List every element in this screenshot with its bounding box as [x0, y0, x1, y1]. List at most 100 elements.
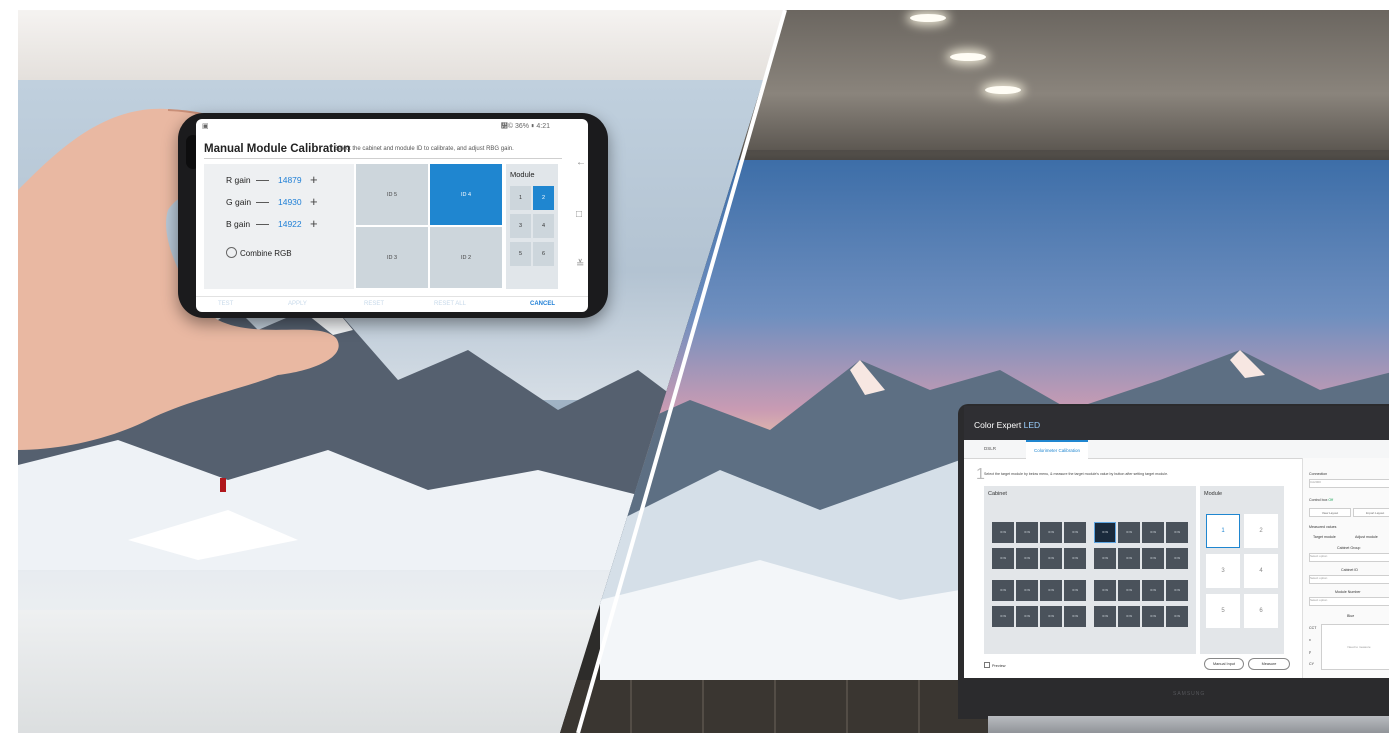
cabinet-tile[interactable]: ID 99 [992, 548, 1014, 569]
module-2[interactable]: 2 [1244, 514, 1278, 548]
cabinet-tile[interactable]: ID 99 [1094, 522, 1116, 543]
checkbox-icon[interactable] [984, 662, 990, 668]
r-gain-minus-button[interactable]: — [256, 172, 269, 187]
reset-button[interactable]: RESET [364, 301, 384, 307]
cabinet-tile[interactable]: ID 99 [1094, 548, 1116, 569]
tab-dslr[interactable]: DSLR [984, 446, 996, 451]
cabinet-tile[interactable]: ID 99 [1094, 580, 1116, 601]
cabinet-tile[interactable]: ID 99 [1016, 522, 1038, 543]
module-1[interactable]: 1 [1206, 514, 1240, 548]
module-5[interactable]: 5 [510, 242, 531, 266]
b-gain-value[interactable]: 14922 [278, 219, 302, 229]
target-module-option[interactable]: Target module [1313, 535, 1336, 539]
g-gain-plus-button[interactable]: + [310, 194, 318, 209]
cabinet-tile[interactable]: ID 99 [1064, 606, 1086, 627]
apply-button[interactable]: APPLY [288, 301, 307, 307]
module-number-select[interactable]: Select option [1309, 597, 1389, 606]
connection-label: Connection [1309, 472, 1328, 476]
cabinet-tile[interactable]: ID 99 [992, 522, 1014, 543]
cabinet-group-select[interactable]: Select option [1309, 553, 1389, 562]
cabinet-tile[interactable]: ID 99 [1064, 522, 1086, 543]
cabinet-tile[interactable]: ID 99 [1016, 548, 1038, 569]
module-4[interactable]: 4 [1244, 554, 1278, 588]
tab-bar: DSLR Colorimeter Calibration [964, 440, 1389, 459]
g-gain-minus-button[interactable]: — [256, 194, 269, 209]
cabinet-tile[interactable]: ID 99 [1118, 606, 1140, 627]
cabinet-tile[interactable]: ID 99 [1040, 548, 1062, 569]
cabinet-tile[interactable]: ID 99 [1166, 548, 1188, 569]
cabinet-tile[interactable]: ID 99 [1040, 522, 1062, 543]
status-indicators: ᛽© 36% ▮ 4:21 [500, 123, 550, 130]
tab-colorimeter-calibration[interactable]: Colorimeter Calibration [1026, 440, 1089, 459]
measure-button[interactable]: Measure [1248, 658, 1290, 670]
cabinet-tile[interactable]: ID 99 [1064, 580, 1086, 601]
module-panel: Module 1 2 3 4 5 6 [506, 164, 558, 289]
combine-rgb-radio[interactable] [226, 247, 237, 258]
cabinet-tile[interactable]: ID 99 [992, 580, 1014, 601]
home-icon[interactable]: □ [576, 209, 582, 220]
test-button[interactable]: TEST [218, 301, 233, 307]
cabinet-id-5[interactable]: ID 5 [356, 164, 428, 225]
cabinet-tile[interactable]: ID 99 [1166, 522, 1188, 543]
luminance-label: CY [1309, 662, 1314, 666]
cabinet-tile[interactable]: ID 99 [1040, 580, 1062, 601]
cabinet-id-3[interactable]: ID 3 [356, 227, 428, 288]
module-number-label: Module Number [1335, 590, 1361, 594]
cancel-button[interactable]: CANCEL [530, 301, 555, 307]
cabinet-id-select[interactable]: Select option [1309, 575, 1389, 584]
laptop-screen: Color Expert LED DSLR Colorimeter Calibr… [964, 406, 1389, 678]
preview-checkbox[interactable]: Preview [984, 662, 1006, 668]
module-3[interactable]: 3 [510, 214, 531, 238]
y-label: y [1309, 650, 1311, 654]
measured-values-label: Measured values [1309, 525, 1337, 529]
cabinet-tile[interactable]: ID 99 [1118, 522, 1140, 543]
adjust-module-option[interactable]: Adjust module [1355, 535, 1378, 539]
laptop: Color Expert LED DSLR Colorimeter Calibr… [958, 404, 1389, 733]
cabinet-tile[interactable]: ID 99 [1094, 606, 1116, 627]
cabinet-tile[interactable]: ID 99 [1166, 606, 1188, 627]
b-gain-plus-button[interactable]: + [310, 216, 318, 231]
g-gain-value[interactable]: 14930 [278, 197, 302, 207]
connection-select[interactable]: CA2000 [1309, 479, 1389, 488]
recent-apps-icon[interactable]: ≚ [576, 259, 584, 270]
module-4[interactable]: 4 [533, 214, 554, 238]
app-title: Color Expert LED [974, 420, 1040, 430]
status-bar: ▣ ᛽© 36% ▮ 4:21 [196, 121, 588, 133]
cabinet-tile[interactable]: ID 99 [1142, 522, 1164, 543]
module-5[interactable]: 5 [1206, 594, 1240, 628]
cabinet-id-2[interactable]: ID 2 [430, 227, 502, 288]
b-gain-minus-button[interactable]: — [256, 216, 269, 231]
product-photo-scene: ▣ ᛽© 36% ▮ 4:21 Manual Module Calibratio… [0, 0, 1389, 733]
import-layout-button[interactable]: Import Layout [1353, 508, 1389, 517]
cabinet-tile[interactable]: ID 99 [1064, 548, 1086, 569]
cabinet-tile[interactable]: ID 99 [1040, 606, 1062, 627]
cabinet-tile[interactable]: ID 99 [1016, 606, 1038, 627]
cabinet-tile[interactable]: ID 99 [1142, 580, 1164, 601]
reset-all-button[interactable]: RESET ALL [434, 301, 466, 307]
cabinet-tile[interactable]: ID 99 [1142, 548, 1164, 569]
cabinet-id-4[interactable]: ID 4 [430, 164, 502, 225]
cabinet-tile[interactable]: ID 99 [1118, 548, 1140, 569]
cabinet-tile[interactable]: ID 99 [1118, 580, 1140, 601]
manual-input-button[interactable]: Manual Input [1204, 658, 1244, 670]
control-box-status: Off [1328, 498, 1334, 502]
app-title-suffix: LED [1023, 420, 1041, 430]
combine-rgb-option[interactable]: Combine RGB [226, 247, 292, 258]
cabinet-tile[interactable]: ID 99 [992, 606, 1014, 627]
back-icon[interactable]: ← [576, 157, 586, 168]
cabinet-tile[interactable]: ID 99 [1142, 606, 1164, 627]
r-gain-plus-button[interactable]: + [310, 172, 318, 187]
control-box-label: Control box Off [1309, 498, 1333, 502]
module-2[interactable]: 2 [533, 186, 554, 210]
cabinet-tile[interactable]: ID 99 [1166, 580, 1188, 601]
module-3[interactable]: 3 [1206, 554, 1240, 588]
cabinet-tile[interactable]: ID 99 [1016, 580, 1038, 601]
preview-label: Preview [992, 664, 1006, 668]
gain-panel: R gain — 14879 + G gain — 14930 + B gain… [204, 164, 354, 289]
module-6[interactable]: 6 [533, 242, 554, 266]
blue-label: Blue [1347, 614, 1355, 618]
module-6[interactable]: 6 [1244, 594, 1278, 628]
view-layout-button[interactable]: View Layout [1309, 508, 1351, 517]
r-gain-value[interactable]: 14879 [278, 175, 302, 185]
module-1[interactable]: 1 [510, 186, 531, 210]
